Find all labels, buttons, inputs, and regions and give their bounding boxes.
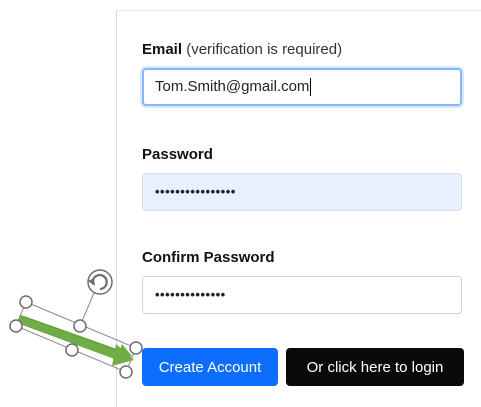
email-input[interactable]: Tom.Smith@gmail.com [142, 68, 462, 106]
confirm-password-label: Confirm Password [142, 249, 275, 266]
page: Email (verification is required) Tom.Smi… [0, 0, 481, 407]
resize-handle-icon[interactable] [129, 341, 143, 355]
login-button[interactable]: Or click here to login [286, 348, 464, 386]
confirm-password-input-value: •••••••••••••• [155, 287, 226, 302]
password-label: Password [142, 146, 213, 163]
resize-handle-icon[interactable] [119, 365, 133, 379]
email-input-value: Tom.Smith@gmail.com [155, 78, 310, 95]
email-label-hint: (verification is required) [186, 41, 343, 58]
password-input[interactable]: •••••••••••••••• [142, 173, 462, 211]
confirm-password-input[interactable]: •••••••••••••• [142, 276, 462, 314]
create-account-button[interactable]: Create Account [142, 348, 278, 386]
resize-handle-icon[interactable] [9, 319, 23, 333]
email-label: Email (verification is required) [142, 41, 342, 58]
resize-handle-icon[interactable] [65, 343, 79, 357]
arrow-shape-overlay[interactable] [0, 260, 160, 390]
resize-handle-icon[interactable] [19, 295, 33, 309]
email-label-text: Email [142, 41, 183, 58]
password-input-value: •••••••••••••••• [155, 184, 236, 199]
rotate-handle-icon[interactable] [87, 269, 113, 295]
resize-handle-icon[interactable] [73, 319, 87, 333]
text-caret [310, 78, 312, 97]
